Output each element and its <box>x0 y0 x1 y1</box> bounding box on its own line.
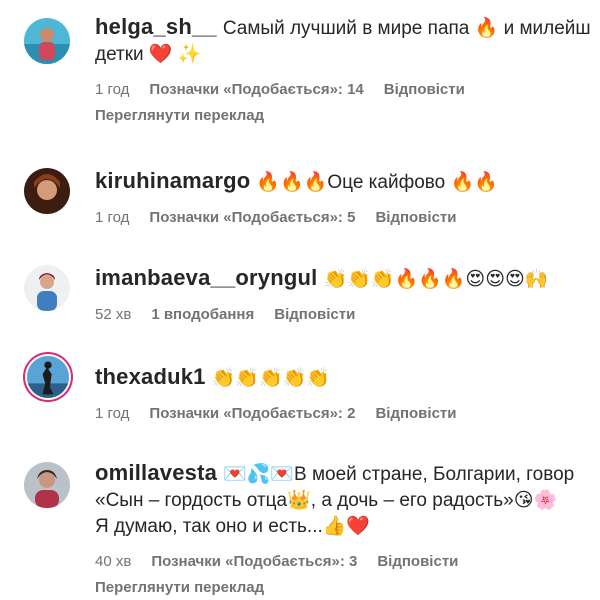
comment-text: детки ❤️ ✨ <box>95 44 202 65</box>
see-translation-link[interactable]: Переглянути переклад <box>95 578 600 598</box>
comment-first-line: kiruhinamargo 🔥🔥🔥Оце кайфово 🔥🔥 <box>95 168 600 196</box>
comment-username[interactable]: thexaduk1 <box>95 364 206 389</box>
comment-body: helga_sh__ Самый лучший в мире папа 🔥 и м… <box>95 14 600 126</box>
avatar[interactable] <box>24 462 70 508</box>
avatar[interactable] <box>24 168 70 214</box>
comment-body: imanbaeva__oryngul 👏👏👏🔥🔥🔥😍😍😍🙌 52 хв 1 впод… <box>95 265 600 325</box>
comment-text: «Сын – гордость отца👑, а дочь – его радо… <box>95 490 558 511</box>
comment-username[interactable]: kiruhinamargo <box>95 168 250 193</box>
comment-username[interactable]: helga_sh__ <box>95 14 217 39</box>
reply-button[interactable]: Відповісти <box>384 81 465 98</box>
comment-body: omillavesta 💌💦💌В моей стране, Болгарии, г… <box>95 460 600 598</box>
comment-text: 👏👏👏👏👏 <box>211 368 330 389</box>
comment-likes[interactable]: Позначки «Подобається»: 2 <box>149 405 355 422</box>
comment-first-line: imanbaeva__oryngul 👏👏👏🔥🔥🔥😍😍😍🙌 <box>95 265 600 293</box>
comment-meta: 1 год Позначки «Подобається»: 14 Відповіст… <box>95 80 600 100</box>
reply-button[interactable]: Відповісти <box>375 209 456 226</box>
comment-time: 52 хв <box>95 306 132 323</box>
comment-body: kiruhinamargo 🔥🔥🔥Оце кайфово 🔥🔥 1 год Позн… <box>95 168 600 228</box>
comment-likes[interactable]: Позначки «Подобається»: 5 <box>149 209 355 226</box>
comment-time: 1 год <box>95 405 130 422</box>
comment-time: 1 год <box>95 209 130 226</box>
comment-meta: 1 год Позначки «Подобається»: 2 Відповісти <box>95 404 600 424</box>
comment-meta: 52 хв 1 вподобання Відповісти <box>95 305 600 325</box>
comment-body: thexaduk1 👏👏👏👏👏 1 год Позначки «Подобаєтьс… <box>95 364 600 424</box>
reply-button[interactable]: Відповісти <box>274 306 355 323</box>
comment-text: 👏👏👏🔥🔥🔥😍😍😍🙌 <box>323 269 549 290</box>
comment-username[interactable]: imanbaeva__oryngul <box>95 265 317 290</box>
comment-likes[interactable]: 1 вподобання <box>151 306 254 323</box>
comment-first-line: thexaduk1 👏👏👏👏👏 <box>95 364 600 392</box>
comment-time: 40 хв <box>95 553 132 570</box>
comment-meta: 40 хв Позначки «Подобається»: 3 Відповісти <box>95 552 600 572</box>
comment-meta: 1 год Позначки «Подобається»: 5 Відповісти <box>95 208 600 228</box>
comment-text: Самый лучший в мире папа 🔥 и милейш <box>222 18 591 39</box>
reply-button[interactable]: Відповісти <box>377 553 458 570</box>
comment-time: 1 год <box>95 81 130 98</box>
comment-username[interactable]: omillavesta <box>95 460 217 485</box>
comment-text: 🔥🔥🔥Оце кайфово 🔥🔥 <box>256 172 498 193</box>
comment-first-line: helga_sh__ Самый лучший в мире папа 🔥 и м… <box>95 14 600 42</box>
comment-likes[interactable]: Позначки «Подобається»: 3 <box>151 553 357 570</box>
comment-text: 💌💦💌В моей стране, Болгарии, говор <box>223 464 575 485</box>
comment-likes[interactable]: Позначки «Подобається»: 14 <box>149 81 363 98</box>
comment-text: Я думаю, так оно и есть...👍❤️ <box>95 516 371 537</box>
reply-button[interactable]: Відповісти <box>375 405 456 422</box>
avatar[interactable] <box>24 18 70 64</box>
see-translation-link[interactable]: Переглянути переклад <box>95 106 600 126</box>
comment-first-line: omillavesta 💌💦💌В моей стране, Болгарии, г… <box>95 460 600 488</box>
avatar[interactable] <box>24 265 70 311</box>
avatar-with-story-ring[interactable] <box>27 356 69 398</box>
